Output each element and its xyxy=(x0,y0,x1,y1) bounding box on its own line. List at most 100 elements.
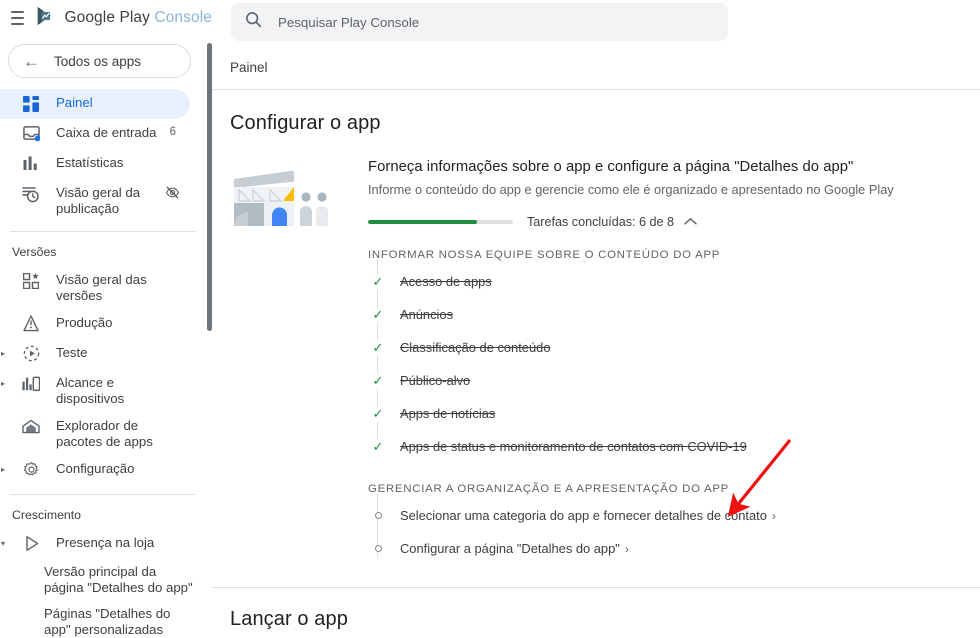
brand-title-primary: Google Play xyxy=(64,9,150,26)
sidebar-item-visao-geral-da-publicacao[interactable]: Visão geral da publicação xyxy=(0,179,190,222)
task-item[interactable]: ✓ Apps de notícias xyxy=(368,397,980,430)
sidebar-item-label: Caixa de entrada xyxy=(56,125,157,140)
task-label[interactable]: Selecionar uma categoria do app e fornec… xyxy=(400,508,767,523)
publishing-overview-icon xyxy=(20,184,42,203)
sidebar-item-painel[interactable]: Painel xyxy=(0,89,190,119)
progress-row: Tarefas concluídas: 6 de 8 xyxy=(368,215,980,229)
sidebar-item-teste[interactable]: ▸ Teste xyxy=(0,339,190,369)
store-presence-icon xyxy=(20,534,42,553)
sidebar-item-label: Presença na loja xyxy=(56,535,155,550)
sidebar-nav: Painel Caixa de entrada 6 Estatísticas V… xyxy=(0,89,212,638)
task-list-2: Selecionar uma categoria do app e fornec… xyxy=(368,493,980,565)
empty-circle-icon xyxy=(368,512,388,519)
sidebar-item-label: Visão geral das versões xyxy=(56,272,147,303)
hamburger-icon[interactable] xyxy=(11,11,25,25)
sidebar-item-alcance-e-dispositivos[interactable]: ▸ Alcance e dispositivos xyxy=(0,369,190,412)
check-icon: ✓ xyxy=(368,372,388,389)
sidebar-group-versions-title: Versões xyxy=(12,245,57,259)
task-item[interactable]: Selecionar uma categoria do app e fornec… xyxy=(368,499,980,532)
task-label: Apps de status e monitoramento de contat… xyxy=(400,439,747,454)
brand-title-secondary: Console xyxy=(154,9,212,26)
setup-app-card-body: Forneça informações sobre o app e config… xyxy=(352,159,980,565)
launch-app-title: Lançar o app xyxy=(230,608,348,630)
chevron-right-icon[interactable]: › xyxy=(772,509,776,523)
card-heading: Forneça informações sobre o app e config… xyxy=(368,159,854,175)
sidebar-subitem-paginas-personalizadas[interactable]: Páginas "Detalhes do app" personalizadas xyxy=(0,601,212,638)
chevron-right-icon[interactable]: › xyxy=(625,542,629,556)
task-item[interactable]: ✓ Classificação de conteúdo xyxy=(368,331,980,364)
check-icon: ✓ xyxy=(368,405,388,422)
task-label: Acesso de apps xyxy=(400,274,492,289)
play-console-window: Google Play Console ← Todos os apps Pain… xyxy=(0,0,980,638)
progress-bar xyxy=(368,220,513,224)
back-arrow-icon: ← xyxy=(23,51,40,71)
task-item[interactable]: ✓ Público-alvo xyxy=(368,364,980,397)
check-icon: ✓ xyxy=(368,306,388,323)
sidebar-divider-2 xyxy=(10,494,196,495)
sidebar-item-label: Painel xyxy=(56,95,93,110)
empty-circle-icon xyxy=(368,545,388,552)
check-icon: ✓ xyxy=(368,438,388,455)
inbox-icon xyxy=(20,124,42,143)
chevron-right-icon[interactable]: ▸ xyxy=(1,350,9,358)
setup-app-card: Forneça informações sobre o app e config… xyxy=(230,159,980,565)
google-play-console-logo xyxy=(35,5,57,32)
releases-overview-icon xyxy=(20,271,42,290)
sidebar-group-growth-title: Crescimento xyxy=(12,508,82,522)
sidebar: Google Play Console ← Todos os apps Pain… xyxy=(0,0,212,638)
progress-label: Tarefas concluídas: 6 de 8 xyxy=(527,215,675,229)
sidebar-item-visao-geral-das-versoes[interactable]: Visão geral das versões xyxy=(0,266,190,309)
search-input[interactable]: Pesquisar Play Console xyxy=(231,3,728,41)
task-item[interactable]: ✓ Anúncios xyxy=(368,298,980,331)
breadcrumb[interactable]: Painel xyxy=(212,41,980,75)
sidebar-item-label: Configuração xyxy=(56,461,135,476)
chevron-up-icon[interactable] xyxy=(684,215,697,229)
reach-devices-icon xyxy=(20,374,42,393)
sidebar-item-presenca-na-loja[interactable]: ▾ Presença na loja xyxy=(0,529,190,559)
task-list-1: ✓ Acesso de apps ✓ Anúncios ✓ Classifica… xyxy=(368,259,980,463)
task-label[interactable]: Configurar a página "Detalhes do app" xyxy=(400,541,620,556)
sidebar-item-label: Produção xyxy=(56,315,113,330)
production-icon xyxy=(20,314,42,333)
search-placeholder: Pesquisar Play Console xyxy=(278,14,420,30)
eye-off-icon[interactable] xyxy=(164,184,180,200)
task-label: Público-alvo xyxy=(400,373,471,388)
page-title: Configurar o app xyxy=(230,112,381,134)
chevron-right-icon[interactable]: ▸ xyxy=(1,466,9,474)
sidebar-item-explorador-de-pacotes-de-apps[interactable]: Explorador de pacotes de apps xyxy=(0,412,190,455)
task-label: Anúncios xyxy=(400,307,454,322)
storefront-illustration xyxy=(230,159,352,565)
sidebar-item-label: Alcance e dispositivos xyxy=(56,375,125,406)
task-item[interactable]: ✓ Apps de status e monitoramento de cont… xyxy=(368,430,980,463)
statistics-icon xyxy=(20,154,42,173)
brand-title: Google Play Console xyxy=(64,9,212,27)
sidebar-item-label: Teste xyxy=(56,345,88,360)
task-label: Classificação de conteúdo xyxy=(400,340,551,355)
setup-gear-icon xyxy=(20,460,42,479)
progress-bar-fill xyxy=(368,220,477,224)
testing-icon xyxy=(20,344,42,363)
dashboard-icon xyxy=(20,94,42,113)
chevron-down-icon[interactable]: ▾ xyxy=(1,540,9,548)
check-icon: ✓ xyxy=(368,339,388,356)
task-group-title-1: INFORMAR NOSSA EQUIPE SOBRE O CONTEÚDO D… xyxy=(368,249,721,261)
sidebar-item-label: Explorador de pacotes de apps xyxy=(56,418,153,449)
app-bundle-explorer-icon xyxy=(20,417,42,436)
inbox-count-badge: 6 xyxy=(169,126,176,138)
check-icon: ✓ xyxy=(368,273,388,290)
all-apps-label: Todos os apps xyxy=(54,53,142,69)
brand-logo-link[interactable]: Google Play Console xyxy=(35,5,212,32)
card-subheading: Informe o conteúdo do app e gerencie com… xyxy=(368,182,894,197)
sidebar-item-caixa-de-entrada[interactable]: Caixa de entrada 6 xyxy=(0,119,190,149)
sidebar-divider-1 xyxy=(10,231,196,232)
task-item[interactable]: Configurar a página "Detalhes do app" › xyxy=(368,532,980,565)
all-apps-button[interactable]: ← Todos os apps xyxy=(8,44,191,78)
sidebar-item-label: Visão geral da publicação xyxy=(56,185,141,216)
task-item[interactable]: ✓ Acesso de apps xyxy=(368,265,980,298)
chevron-right-icon[interactable]: ▸ xyxy=(1,380,9,388)
sidebar-item-producao[interactable]: Produção xyxy=(0,309,190,339)
main-content: Pesquisar Play Console Painel Configurar… xyxy=(212,0,980,638)
sidebar-subitem-versao-principal[interactable]: Versão principal da página "Detalhes do … xyxy=(0,559,212,601)
sidebar-item-estatisticas[interactable]: Estatísticas xyxy=(0,149,190,179)
sidebar-item-configuracao[interactable]: ▸ Configuração xyxy=(0,455,190,485)
